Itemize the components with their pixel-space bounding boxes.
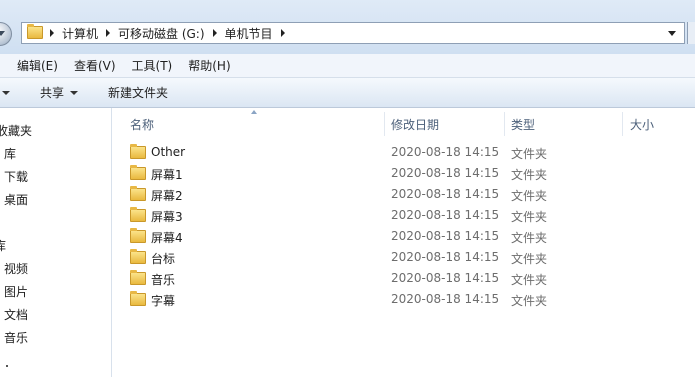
- navigation-pane: 收藏夹 库 下载 桌面 库 视频 图片 文档 音乐: [0, 108, 112, 377]
- share-button[interactable]: 共享: [40, 84, 79, 101]
- column-divider[interactable]: [384, 112, 385, 136]
- file-type: 文件夹: [511, 189, 548, 203]
- file-type: 文件夹: [511, 294, 548, 308]
- nav-item-downloads[interactable]: 下载: [4, 168, 28, 185]
- file-type: 文件夹: [511, 168, 548, 182]
- sort-ascending-icon: [251, 110, 257, 114]
- file-type: 文件夹: [511, 252, 548, 266]
- menu-view[interactable]: 查看(V): [66, 57, 124, 74]
- nav-item-library[interactable]: 库: [4, 145, 16, 162]
- modified-date: 2020-08-18 14:15: [391, 292, 500, 306]
- menu-tools[interactable]: 工具(T): [124, 57, 181, 74]
- file-name: 屏幕1: [151, 168, 183, 182]
- modified-date: 2020-08-18 14:15: [391, 166, 500, 180]
- column-header-date[interactable]: 修改日期: [391, 111, 439, 137]
- chevron-right-icon[interactable]: [101, 23, 115, 43]
- file-name: 屏幕4: [151, 231, 183, 245]
- column-header-size[interactable]: 大小: [630, 111, 654, 137]
- table-row[interactable]: 屏幕4 2020-08-18 14:15 文件夹: [112, 226, 695, 247]
- chevron-down-icon: [2, 90, 10, 95]
- chevron-right-icon[interactable]: [276, 23, 290, 43]
- new-folder-button[interactable]: 新建文件夹: [108, 84, 168, 101]
- nav-favorites-header[interactable]: 收藏夹: [0, 122, 32, 139]
- file-type: 文件夹: [511, 231, 548, 245]
- folder-icon: [130, 165, 146, 180]
- file-name: 音乐: [151, 273, 176, 287]
- file-name: 屏幕2: [151, 189, 183, 203]
- file-type: 文件夹: [511, 147, 548, 161]
- command-bar: 共享 新建文件夹: [0, 78, 695, 108]
- breadcrumb-drive[interactable]: 可移动磁盘 (G:): [115, 25, 208, 42]
- file-name: Other: [151, 145, 186, 159]
- chevron-right-icon[interactable]: [45, 23, 59, 43]
- address-bar[interactable]: 计算机 可移动磁盘 (G:) 单机节目: [21, 22, 685, 44]
- share-label: 共享: [40, 86, 65, 100]
- menu-bar: 编辑(E) 查看(V) 工具(T) 帮助(H): [0, 54, 695, 78]
- folder-icon: [130, 249, 146, 264]
- folder-icon: [130, 270, 146, 285]
- file-type: 文件夹: [511, 210, 548, 224]
- folder-icon: [130, 228, 146, 243]
- column-divider[interactable]: [504, 112, 505, 136]
- table-row[interactable]: 屏幕3 2020-08-18 14:15 文件夹: [112, 205, 695, 226]
- table-row[interactable]: 字幕 2020-08-18 14:15 文件夹: [112, 289, 695, 310]
- breadcrumb-computer[interactable]: 计算机: [59, 25, 101, 42]
- table-row[interactable]: 音乐 2020-08-18 14:15 文件夹: [112, 268, 695, 289]
- folder-icon: [130, 186, 146, 201]
- modified-date: 2020-08-18 14:15: [391, 187, 500, 201]
- column-header-type[interactable]: 类型: [511, 111, 535, 137]
- nav-item-desktop[interactable]: 桌面: [4, 191, 28, 208]
- folder-icon: [130, 291, 146, 306]
- modified-date: 2020-08-18 14:15: [391, 271, 500, 285]
- nav-item-music[interactable]: 音乐: [4, 329, 28, 346]
- refresh-button[interactable]: [687, 22, 695, 44]
- breadcrumb-folder[interactable]: 单机节目: [222, 25, 276, 42]
- modified-date: 2020-08-18 14:15: [391, 250, 500, 264]
- modified-date: 2020-08-18 14:15: [391, 208, 500, 222]
- table-row[interactable]: Other 2020-08-18 14:15 文件夹: [112, 142, 695, 163]
- table-row[interactable]: 台标 2020-08-18 14:15 文件夹: [112, 247, 695, 268]
- file-name: 台标: [151, 252, 176, 266]
- back-arrow-icon[interactable]: [0, 22, 12, 46]
- chevron-down-icon: [70, 90, 79, 95]
- divider: [6, 365, 8, 367]
- folder-icon: [27, 24, 45, 40]
- file-type: 文件夹: [511, 273, 548, 287]
- column-divider[interactable]: [622, 112, 623, 136]
- chevron-right-icon[interactable]: [208, 23, 222, 43]
- nav-item-documents[interactable]: 文档: [4, 306, 28, 323]
- address-bar-row: 计算机 可移动磁盘 (G:) 单机节目: [0, 0, 695, 54]
- nav-item-videos[interactable]: 视频: [4, 260, 28, 277]
- table-row[interactable]: 屏幕2 2020-08-18 14:15 文件夹: [112, 184, 695, 205]
- nav-libraries-header[interactable]: 库: [0, 237, 6, 254]
- file-name: 屏幕3: [151, 210, 183, 224]
- table-row[interactable]: 屏幕1 2020-08-18 14:15 文件夹: [112, 163, 695, 184]
- organize-dropdown[interactable]: [0, 90, 10, 95]
- modified-date: 2020-08-18 14:15: [391, 145, 500, 159]
- chevron-down-icon[interactable]: [664, 25, 680, 41]
- modified-date: 2020-08-18 14:15: [391, 229, 500, 243]
- folder-icon: [130, 144, 146, 159]
- nav-item-pictures[interactable]: 图片: [4, 283, 28, 300]
- column-header-name[interactable]: 名称: [130, 111, 154, 137]
- file-name: 字幕: [151, 294, 176, 308]
- menu-help[interactable]: 帮助(H): [180, 57, 238, 74]
- file-list: 名称 修改日期 类型 大小 Other 2020-08-18 14:15 文件夹 屏幕…: [112, 108, 695, 377]
- menu-edit[interactable]: 编辑(E): [0, 57, 66, 74]
- folder-icon: [130, 207, 146, 222]
